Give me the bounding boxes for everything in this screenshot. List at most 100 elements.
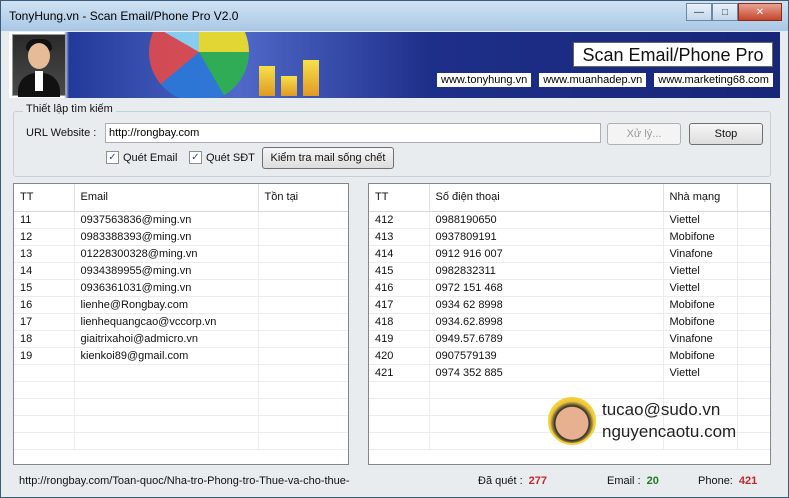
banner-link-marketing68[interactable]: www.marketing68.com [654, 73, 773, 87]
pie-chart-graphic [149, 32, 249, 98]
maximize-icon: □ [721, 6, 729, 18]
table-row[interactable]: 416 0972 151 468 Viettel [369, 279, 770, 297]
header-banner: Scan Email/Phone Pro www.tonyhung.vn www… [9, 32, 780, 98]
title-bar[interactable]: TonyHung.vn - Scan Email/Phone Pro V2.0 … [1, 1, 788, 31]
url-input[interactable] [105, 123, 601, 143]
table-cell-empty [737, 262, 770, 280]
table-cell: kienkoi89@gmail.com [74, 347, 259, 365]
table-cell [258, 347, 348, 365]
maximize-button[interactable]: □ [712, 3, 738, 21]
table-cell: lienhe@Rongbay.com [74, 296, 259, 314]
phone-stat: Phone: 421 [698, 475, 757, 487]
table-cell: 0982832311 [429, 262, 664, 280]
table-cell [258, 381, 348, 399]
table-row[interactable]: 11 0937563836@ming.vn [14, 211, 348, 229]
column-header-empty [737, 184, 770, 212]
close-button[interactable]: ✕ [738, 3, 782, 21]
table-cell: 0937809191 [429, 228, 664, 246]
scan-phone-checkbox[interactable]: ✓ Quét SĐT [189, 151, 255, 164]
column-header-tt[interactable]: TT [369, 184, 430, 212]
table-cell [369, 398, 430, 416]
table-row[interactable]: 413 0937809191 Mobifone [369, 228, 770, 246]
table-cell: 11 [14, 211, 75, 229]
column-header-carrier[interactable]: Nhà mạng [663, 184, 738, 212]
stop-button[interactable]: Stop [689, 123, 763, 145]
status-bar: http://rongbay.com/Toan-quoc/Nha-tro-Pho… [1, 469, 788, 497]
table-row[interactable]: 16 lienhe@Rongbay.com [14, 296, 348, 314]
column-header-tt[interactable]: TT [14, 184, 75, 212]
empty-table-row [369, 381, 770, 399]
checkbox-check-icon: ✓ [189, 151, 202, 164]
table-row[interactable]: 420 0907579139 Mobifone [369, 347, 770, 365]
scan-email-label: Quét Email [123, 151, 178, 164]
email-table[interactable]: TT Email Tồn tại 11 0937563836@ming.vn 12 0… [13, 183, 349, 465]
table-row[interactable]: 414 0912 916 007 Vinafone [369, 245, 770, 263]
table-cell [258, 296, 348, 314]
app-window: TonyHung.vn - Scan Email/Phone Pro V2.0 … [0, 0, 789, 498]
email-table-header: TT Email Tồn tại [14, 184, 348, 212]
table-row[interactable]: 412 0988190650 Viettel [369, 211, 770, 229]
table-cell [258, 245, 348, 263]
phone-table-header: TT Số điện thoại Nhà mạng [369, 184, 770, 212]
table-cell-empty [737, 296, 770, 314]
table-cell: 0974 352 885 [429, 364, 664, 382]
table-row[interactable]: 19 kienkoi89@gmail.com [14, 347, 348, 365]
table-cell: 15 [14, 279, 75, 297]
table-cell: 0983388393@ming.vn [74, 228, 259, 246]
banner-link-muanhadep[interactable]: www.muanhadep.vn [539, 73, 647, 87]
banner-link-tonyhung[interactable]: www.tonyhung.vn [437, 73, 532, 87]
process-button[interactable]: Xử lý... [607, 123, 681, 145]
scanned-count: 277 [528, 475, 547, 487]
table-row[interactable]: 421 0974 352 885 Viettel [369, 364, 770, 382]
table-cell [258, 330, 348, 348]
scan-phone-label: Quét SĐT [206, 151, 255, 164]
table-cell [74, 381, 259, 399]
column-header-exists[interactable]: Tồn tại [258, 184, 348, 212]
table-cell: 16 [14, 296, 75, 314]
table-row[interactable]: 18 giaitrixahoi@admicro.vn [14, 330, 348, 348]
table-cell: 414 [369, 245, 430, 263]
table-row[interactable]: 15 0936361031@ming.vn [14, 279, 348, 297]
table-row[interactable]: 418 0934.62.8998 Mobifone [369, 313, 770, 331]
table-cell: 12 [14, 228, 75, 246]
table-row[interactable]: 12 0983388393@ming.vn [14, 228, 348, 246]
table-cell: 13 [14, 245, 75, 263]
table-cell: 0934.62.8998 [429, 313, 664, 331]
table-cell [14, 432, 75, 450]
search-settings-label: Thiết lập tìm kiếm [23, 103, 116, 115]
table-cell [258, 415, 348, 433]
minimize-button[interactable]: — [686, 3, 712, 21]
table-cell: giaitrixahoi@admicro.vn [74, 330, 259, 348]
table-row[interactable]: 415 0982832311 Viettel [369, 262, 770, 280]
table-cell [369, 415, 430, 433]
table-cell: 0912 916 007 [429, 245, 664, 263]
banner-title: Scan Email/Phone Pro [573, 42, 773, 67]
table-row[interactable]: 14 0934389955@ming.vn [14, 262, 348, 280]
table-cell [258, 398, 348, 416]
table-row[interactable]: 417 0934 62 8998 Mobifone [369, 296, 770, 314]
table-cell [14, 381, 75, 399]
url-label: URL Website : [26, 127, 97, 139]
column-header-phone[interactable]: Số điện thoại [429, 184, 664, 212]
empty-table-row [14, 364, 348, 382]
table-row[interactable]: 13 01228300328@ming.vn [14, 245, 348, 263]
scan-email-checkbox[interactable]: ✓ Quét Email [106, 151, 177, 164]
table-cell-empty [737, 347, 770, 365]
empty-table-row [14, 415, 348, 433]
table-row[interactable]: 419 0949.57.6789 Vinafone [369, 330, 770, 348]
table-cell: Viettel [663, 364, 738, 382]
email-stat: Email : 20 [607, 475, 659, 487]
table-cell [258, 211, 348, 229]
table-cell [74, 415, 259, 433]
close-icon: ✕ [755, 6, 765, 18]
promo-email-text: tucao@sudo.vn [602, 400, 721, 419]
table-cell: 0936361031@ming.vn [74, 279, 259, 297]
column-header-email[interactable]: Email [74, 184, 259, 212]
promo-website-text: nguyencaotu.com [602, 422, 737, 441]
check-mail-button[interactable]: Kiểm tra mail sống chết [262, 147, 394, 169]
table-row[interactable]: 17 lienhequangcao@vccorp.vn [14, 313, 348, 331]
table-cell-empty [737, 279, 770, 297]
table-cell: 412 [369, 211, 430, 229]
bar-chart-graphic [259, 60, 319, 96]
table-cell: 416 [369, 279, 430, 297]
